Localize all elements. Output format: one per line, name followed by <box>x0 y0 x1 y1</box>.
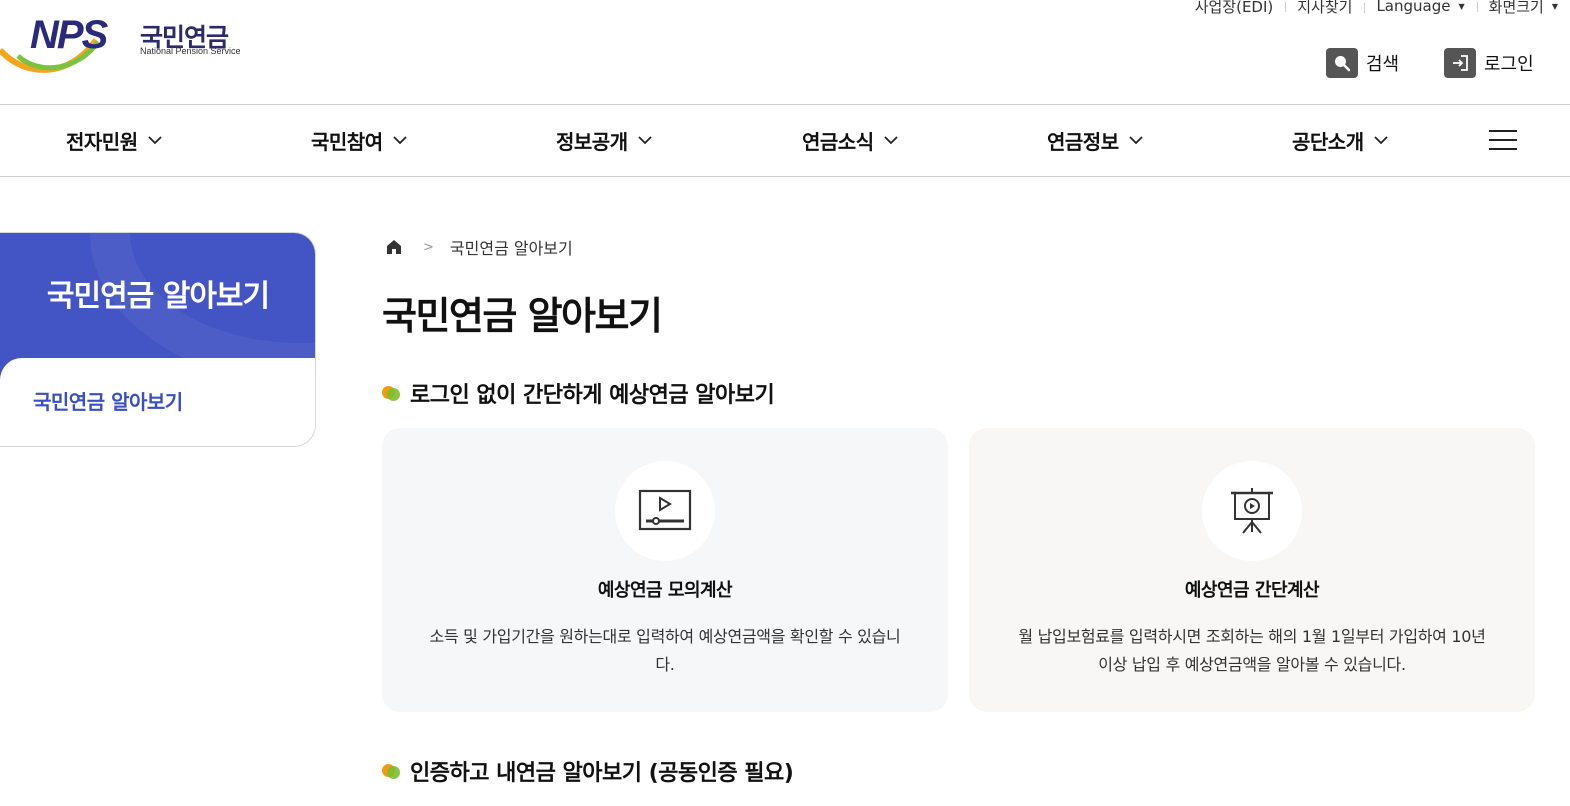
nps-logo-mark: NPS <box>0 13 111 73</box>
nav-item-label: 공단소개 <box>1292 129 1364 154</box>
nav-item-civil-service[interactable]: 전자민원 <box>66 105 162 175</box>
util-language-dropdown[interactable]: Language ▼ <box>1364 0 1476 15</box>
bullet-dot-icon <box>382 384 402 402</box>
side-nav-title: 국민연금 알아보기 <box>46 279 270 314</box>
bullet-dot-icon <box>382 762 402 780</box>
breadcrumb: > 국민연금 알아보기 <box>385 235 573 259</box>
card-title: 예상연금 간단계산 <box>1184 580 1320 601</box>
breadcrumb-current[interactable]: 국민연금 알아보기 <box>450 235 573 259</box>
nav-item-label: 연금소식 <box>802 129 874 154</box>
section-title-text: 로그인 없이 간단하게 예상연금 알아보기 <box>410 383 775 408</box>
logo-mark-text: NPS <box>30 13 109 57</box>
side-nav-list: 국민연금 알아보기 <box>0 358 315 446</box>
utility-menu: 사업장(EDI) 지사찾기 Language ▼ 화면크기 ▼ <box>1183 0 1570 16</box>
login-icon <box>1444 48 1476 78</box>
simple-calc-card[interactable]: 예상연금 간단계산 월 납입보험료를 입력하시면 조회하는 해의 1월 1일부터… <box>969 428 1535 712</box>
nav-item-label: 정보공개 <box>556 129 628 154</box>
section-title-no-login: 로그인 없이 간단하게 예상연금 알아보기 <box>382 377 775 409</box>
search-button[interactable]: 검색 <box>1326 48 1399 78</box>
video-play-icon <box>615 461 715 561</box>
page-title: 국민연금 알아보기 <box>382 294 663 338</box>
chevron-down-icon <box>147 135 162 144</box>
util-branch-label: 지사찾기 <box>1297 0 1353 16</box>
chevron-down-icon <box>883 135 898 144</box>
nps-logo[interactable]: NPS 국민연금 National Pension Service <box>0 8 245 78</box>
chevron-down-icon <box>1373 135 1388 144</box>
nav-item-pension-info[interactable]: 연금정보 <box>1047 105 1143 175</box>
caret-down-icon: ▼ <box>1551 1 1558 11</box>
nav-item-label: 전자민원 <box>66 129 138 154</box>
util-branch-link[interactable]: 지사찾기 <box>1285 0 1364 17</box>
section-title-certified: 인증하고 내연금 알아보기 (공동인증 필요) <box>382 755 794 787</box>
presentation-board-icon <box>1202 461 1302 561</box>
nav-item-label: 연금정보 <box>1047 129 1119 154</box>
caret-down-icon: ▼ <box>1458 1 1465 11</box>
util-edi-link[interactable]: 사업장(EDI) <box>1183 0 1286 17</box>
card-description: 소득 및 가입기간을 원하는대로 입력하여 예상연금액을 확인할 수 있습니다. <box>429 627 901 674</box>
util-screen-size-label: 화면크기 <box>1488 0 1544 16</box>
card-title: 예상연금 모의계산 <box>597 580 733 601</box>
nav-item-news[interactable]: 연금소식 <box>802 105 898 175</box>
login-button-label: 로그인 <box>1484 54 1534 75</box>
logo-name-en: National Pension Service <box>140 46 241 56</box>
card-description: 월 납입보험료를 입력하시면 조회하는 해의 1월 1일부터 가입하여 10년 … <box>1018 627 1486 674</box>
nav-item-about[interactable]: 공단소개 <box>1292 105 1388 175</box>
simulation-calc-card[interactable]: 예상연금 모의계산 소득 및 가입기간을 원하는대로 입력하여 예상연금액을 확… <box>382 428 948 712</box>
breadcrumb-separator-icon: > <box>423 239 434 255</box>
side-nav-item-pension-intro[interactable]: 국민연금 알아보기 <box>33 386 183 415</box>
chevron-down-icon <box>1128 135 1143 144</box>
chevron-down-icon <box>637 135 652 144</box>
nav-item-participation[interactable]: 국민참여 <box>311 105 407 175</box>
util-edi-label: 사업장(EDI) <box>1194 0 1274 16</box>
search-button-label: 검색 <box>1366 54 1400 75</box>
login-button[interactable]: 로그인 <box>1444 48 1534 78</box>
main-navigation: 전자민원 국민참여 정보공개 연금소식 연금정보 공단소개 <box>0 105 1570 177</box>
section-title-text: 인증하고 내연금 알아보기 (공동인증 필요) <box>410 761 794 786</box>
nav-item-disclosure[interactable]: 정보공개 <box>556 105 652 175</box>
side-navigation: 국민연금 알아보기 국민연금 알아보기 <box>0 232 316 447</box>
util-screen-size-dropdown[interactable]: 화면크기 ▼ <box>1476 0 1570 17</box>
nav-item-label: 국민참여 <box>311 129 383 154</box>
home-icon[interactable] <box>385 238 403 256</box>
search-icon <box>1326 48 1358 78</box>
site-header: NPS 국민연금 National Pension Service 사업장(ED… <box>0 0 1570 105</box>
util-language-label: Language <box>1376 0 1451 15</box>
hamburger-menu-icon[interactable] <box>1489 130 1517 152</box>
chevron-down-icon <box>392 135 407 144</box>
